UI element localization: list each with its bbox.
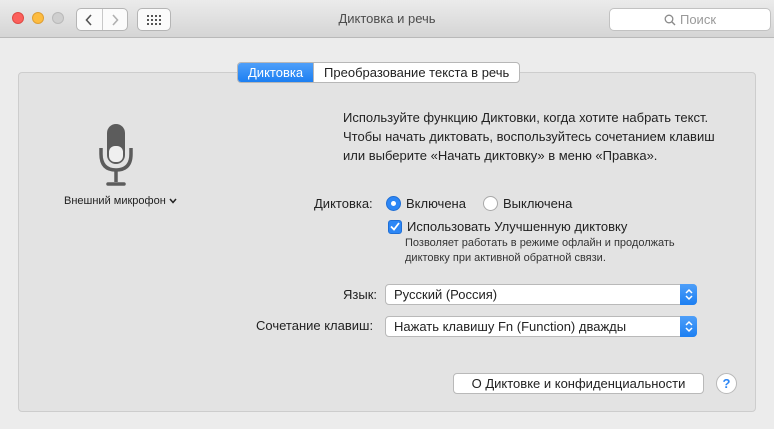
microphone-icon: [99, 124, 133, 186]
shortcut-value: Нажать клавишу Fn (Function) дважды: [394, 319, 627, 334]
dictation-description: Используйте функцию Диктовки, когда хоти…: [343, 110, 715, 163]
enhanced-dictation-note: Позволяет работать в режиме офлайн и про…: [405, 237, 675, 264]
select-arrows-icon: [680, 316, 697, 337]
dictation-on-label: Включена: [406, 196, 466, 211]
enhanced-dictation-label: Использовать Улучшенную диктовку: [407, 219, 628, 234]
privacy-button[interactable]: О Диктовке и конфиденциальности: [453, 373, 704, 394]
dictation-label: Диктовка:: [314, 196, 373, 211]
title-bar: Диктовка и речь Поиск: [0, 0, 774, 38]
language-value: Русский (Россия): [394, 287, 498, 302]
radio-on-indicator: [386, 196, 401, 211]
dictation-on-radio[interactable]: Включена: [386, 196, 466, 211]
shortcut-label: Сочетание клавиш:: [256, 318, 374, 333]
tab-dictation[interactable]: Диктовка: [238, 63, 314, 82]
enhanced-dictation-checkbox[interactable]: Использовать Улучшенную диктовку: [388, 219, 627, 234]
radio-off-indicator: [483, 196, 498, 211]
help-button[interactable]: ?: [716, 373, 737, 394]
dictation-off-label: Выключена: [503, 196, 573, 211]
select-arrows-icon: [680, 284, 697, 305]
tab-text-to-speech[interactable]: Преобразование текста в речь: [313, 63, 519, 82]
search-input[interactable]: Поиск: [609, 8, 771, 31]
search-icon: [664, 14, 676, 25]
search-placeholder: Поиск: [679, 12, 717, 27]
language-select[interactable]: Русский (Россия): [385, 284, 697, 305]
microphone-name: Внешний микрофон: [64, 195, 166, 207]
language-label: Язык:: [343, 287, 377, 302]
shortcut-select[interactable]: Нажать клавишу Fn (Function) дважды: [385, 316, 697, 337]
dictation-off-radio[interactable]: Выключена: [483, 196, 572, 211]
checkmark-icon: [388, 219, 402, 234]
microphone-selector[interactable]: Внешний микрофон: [64, 195, 177, 207]
tab-bar: Диктовка Преобразование текста в речь: [237, 62, 521, 83]
chevron-down-icon: [169, 198, 177, 204]
